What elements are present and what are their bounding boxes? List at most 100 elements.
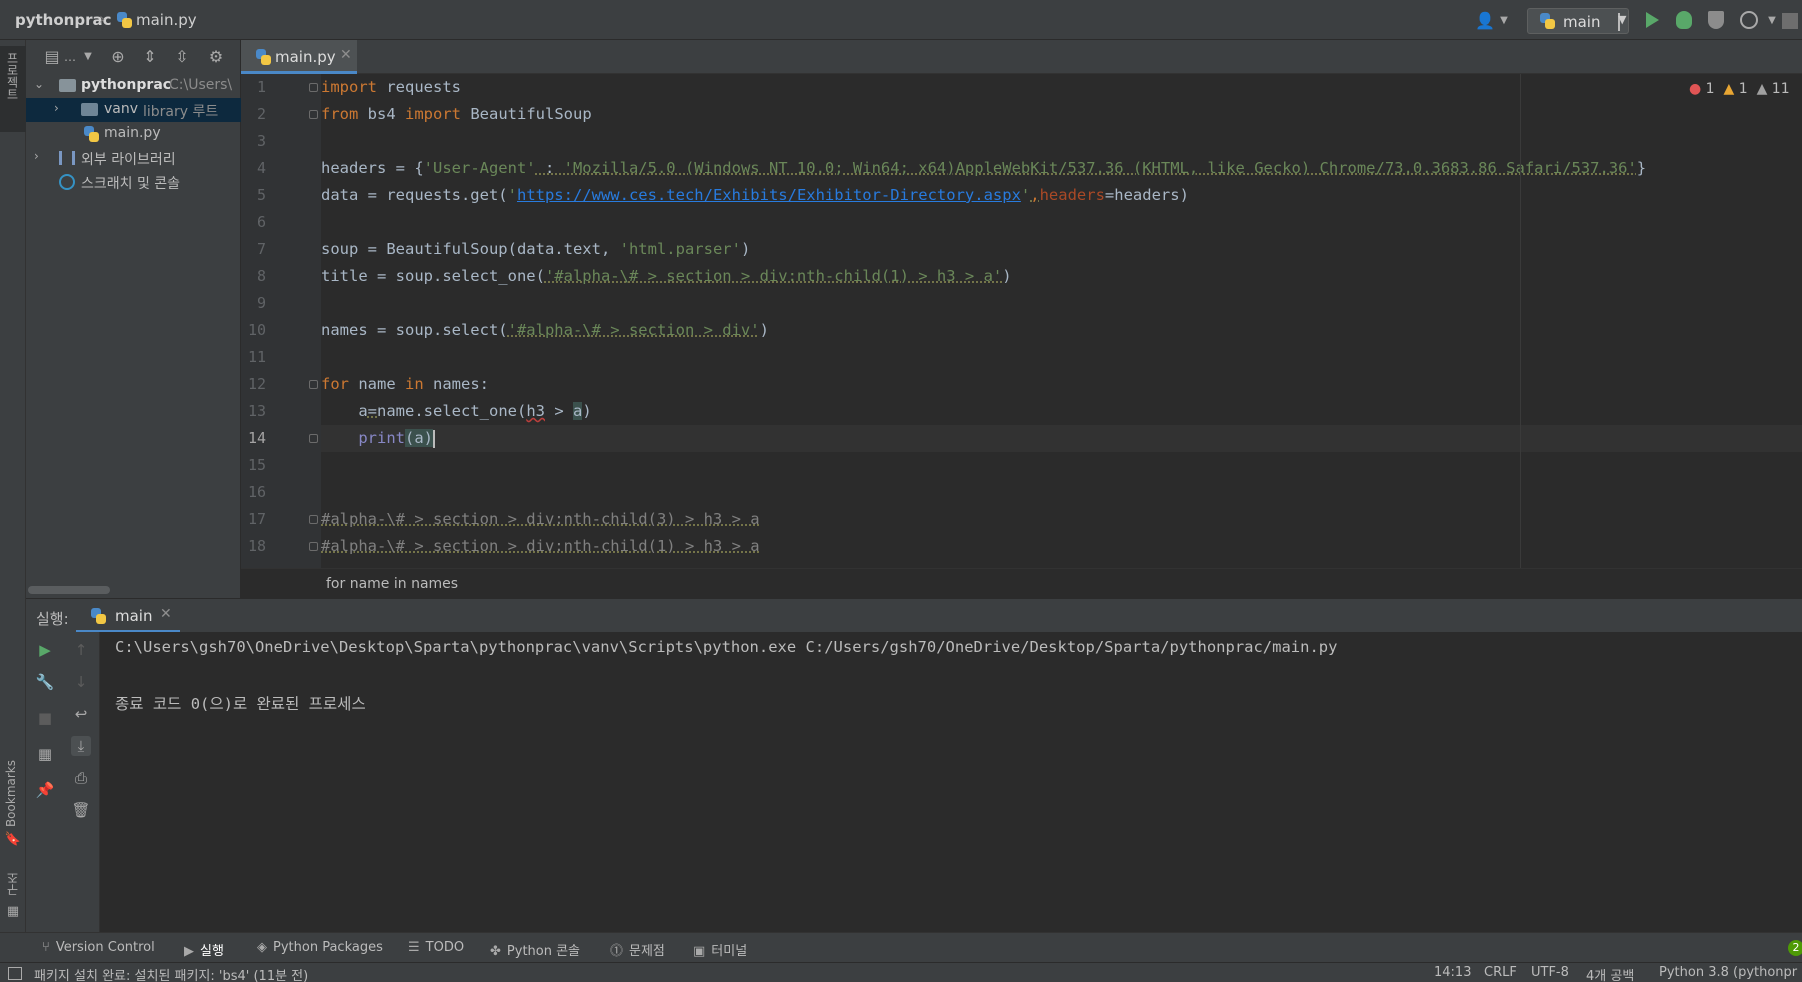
fold-icon[interactable] [309,110,318,119]
line-number: 17 [247,510,266,528]
fold-icon[interactable] [309,83,318,92]
tab-main-py[interactable]: main.py ✕ [241,40,357,74]
python-file-icon [117,12,132,28]
run-icon[interactable] [1646,12,1659,28]
gear-icon[interactable]: ⚙ [206,47,226,67]
breadcrumb-file[interactable]: main.py [136,11,197,29]
python-file-icon [256,49,271,65]
tree-item-external-libraries[interactable]: › 외부 라이브러리 [26,146,241,170]
structure-tool-label[interactable]: 구조 [4,872,21,896]
code-line: data = requests.get('https://www.ces.tec… [321,186,1189,204]
library-icon [59,151,75,165]
editor-gutter: 1 2 3 4 5 6 7 8 9 10 11 12 13 14 15 16 1… [241,74,344,568]
profile-icon[interactable] [1740,11,1758,29]
chevron-down-icon[interactable]: ⌄ [34,77,44,91]
event-log-badge[interactable]: 2 [1788,940,1802,956]
code-editor[interactable]: import requests from bs4 import Beautifu… [321,74,1802,568]
version-control-button[interactable]: ⑂ Version Control [42,940,155,955]
expand-all-icon[interactable]: ⇕ [140,47,160,67]
code-line: a=name.select_one(h3 > a) [321,402,592,420]
project-tool-label: 프로젝트 [5,52,19,100]
view-mode-dropdown-icon[interactable]: ▼ [78,47,98,67]
pin-icon[interactable]: 📌 [35,780,55,800]
layout-icon[interactable]: ▦ [35,744,55,764]
python-interpreter[interactable]: Python 3.8 (pythonpr [1659,965,1797,980]
problems-button[interactable]: ⓵ 문제점 [610,940,665,959]
run-toolbar: ▶ 🔧 ■ ▦ 📌 ↑ ↓ ↩ ⤓ ⎙ 🗑 [26,632,100,932]
code-line-current: print(a) [321,425,1802,452]
breadcrumb-project[interactable]: pythonprac [15,11,112,29]
account-icon[interactable]: 👤 [1475,11,1495,31]
status-bar: 패키지 설치 완료: 설치된 패키지: 'bs4' (11분 전) 14:13 … [0,962,1802,982]
more-run-dropdown-icon[interactable]: ▼ [1762,11,1782,31]
run-tab-main[interactable]: main ✕ [76,599,180,633]
debug-icon[interactable] [1676,11,1692,29]
stop-icon[interactable] [1782,13,1798,29]
python-console-button[interactable]: ✤ Python 콘솔 [490,940,580,959]
python-packages-button[interactable]: ◈ Python Packages [257,940,383,955]
close-icon[interactable]: ✕ [340,47,352,63]
horizontal-scrollbar[interactable] [28,586,110,594]
weak-warning-icon: ▲ [1756,81,1768,97]
print-icon[interactable]: ⎙ [71,768,91,788]
arrow-down-icon[interactable]: ↓ [71,672,91,692]
todo-button[interactable]: ☰ TODO [408,940,464,955]
line-number: 10 [247,321,266,339]
run-configuration-select[interactable]: main ▼ [1527,8,1629,34]
account-dropdown-icon[interactable]: ▼ [1494,11,1514,31]
status-message[interactable]: 패키지 설치 완료: 설치된 패키지: 'bs4' (11분 전) [34,965,308,982]
stop-icon[interactable]: ■ [35,708,55,728]
main-py-name: main.py [104,125,161,141]
view-mode-icon[interactable]: ▤ [42,47,62,67]
url-link[interactable]: https://www.ces.tech/Exhibits/Exhibitor-… [517,186,1021,204]
line-separator[interactable]: CRLF [1484,965,1517,980]
collapse-all-icon[interactable]: ⇳ [172,47,192,67]
close-icon[interactable]: ✕ [160,606,172,622]
status-toggle-icon[interactable] [8,967,22,980]
view-mode-more-icon[interactable]: … [60,47,80,67]
scratches-name: 스크래치 및 콘솔 [81,176,181,192]
terminal-button[interactable]: ▣ 터미널 [693,940,747,959]
fold-icon[interactable] [309,515,318,524]
tree-item-main-py[interactable]: main.py [26,122,241,146]
fold-icon[interactable] [309,434,318,443]
structure-icon[interactable]: ▦ [3,902,23,922]
soft-wrap-icon[interactable]: ↩ [71,704,91,724]
run-console[interactable]: C:\Users\gsh70\OneDrive\Desktop\Sparta\p… [100,632,1802,932]
bookmark-icon[interactable]: 🔖 [3,830,23,850]
python-config-icon [1540,13,1555,29]
python-config-icon [91,608,106,624]
inspection-widget[interactable]: ● 1 ▲ 1 ▲ 11 [1689,81,1790,97]
line-number-current: 14 [247,429,266,447]
project-tool-tab[interactable]: 프로젝트 [0,46,26,132]
run-tool-button[interactable]: ▶ 실행 [184,940,224,959]
left-tool-strip: 프로젝트 Bookmarks 🔖 구조 ▦ [0,40,26,940]
file-encoding[interactable]: UTF-8 [1531,965,1569,980]
tree-item-scratches[interactable]: 스크래치 및 콘솔 [26,170,241,194]
chevron-right-icon[interactable]: › [34,149,39,163]
code-breadcrumbs: for name in names [241,568,1802,598]
scroll-to-end-icon[interactable]: ⤓ [71,736,91,756]
line-number: 16 [247,483,266,501]
rerun-icon[interactable]: ▶ [35,640,55,660]
tree-item-project-root[interactable]: ⌄ pythonprac C:\Users\ [26,74,241,98]
code-breadcrumb-item[interactable]: for name in names [326,576,458,592]
coverage-icon[interactable] [1708,11,1724,29]
tree-item-vanv[interactable]: › vanv library 루트 [26,98,241,122]
weak-warning-count: 11 [1771,81,1790,97]
chevron-right-icon[interactable]: › [54,101,59,115]
fold-icon[interactable] [309,542,318,551]
arrow-up-icon[interactable]: ↑ [71,640,91,660]
run-panel-title: 실행: [36,610,69,628]
wrench-icon[interactable]: 🔧 [35,672,55,692]
line-number: 1 [256,78,266,96]
line-number: 13 [247,402,266,420]
trash-icon[interactable]: 🗑 [71,800,91,820]
bookmarks-tool-label[interactable]: Bookmarks [4,760,18,827]
fold-icon[interactable] [309,380,318,389]
error-icon: ● [1689,81,1702,97]
locate-file-icon[interactable]: ⊕ [108,47,128,67]
indent-setting[interactable]: 4개 공백 [1586,965,1634,982]
line-number: 4 [256,159,266,177]
caret-position[interactable]: 14:13 [1434,965,1471,980]
